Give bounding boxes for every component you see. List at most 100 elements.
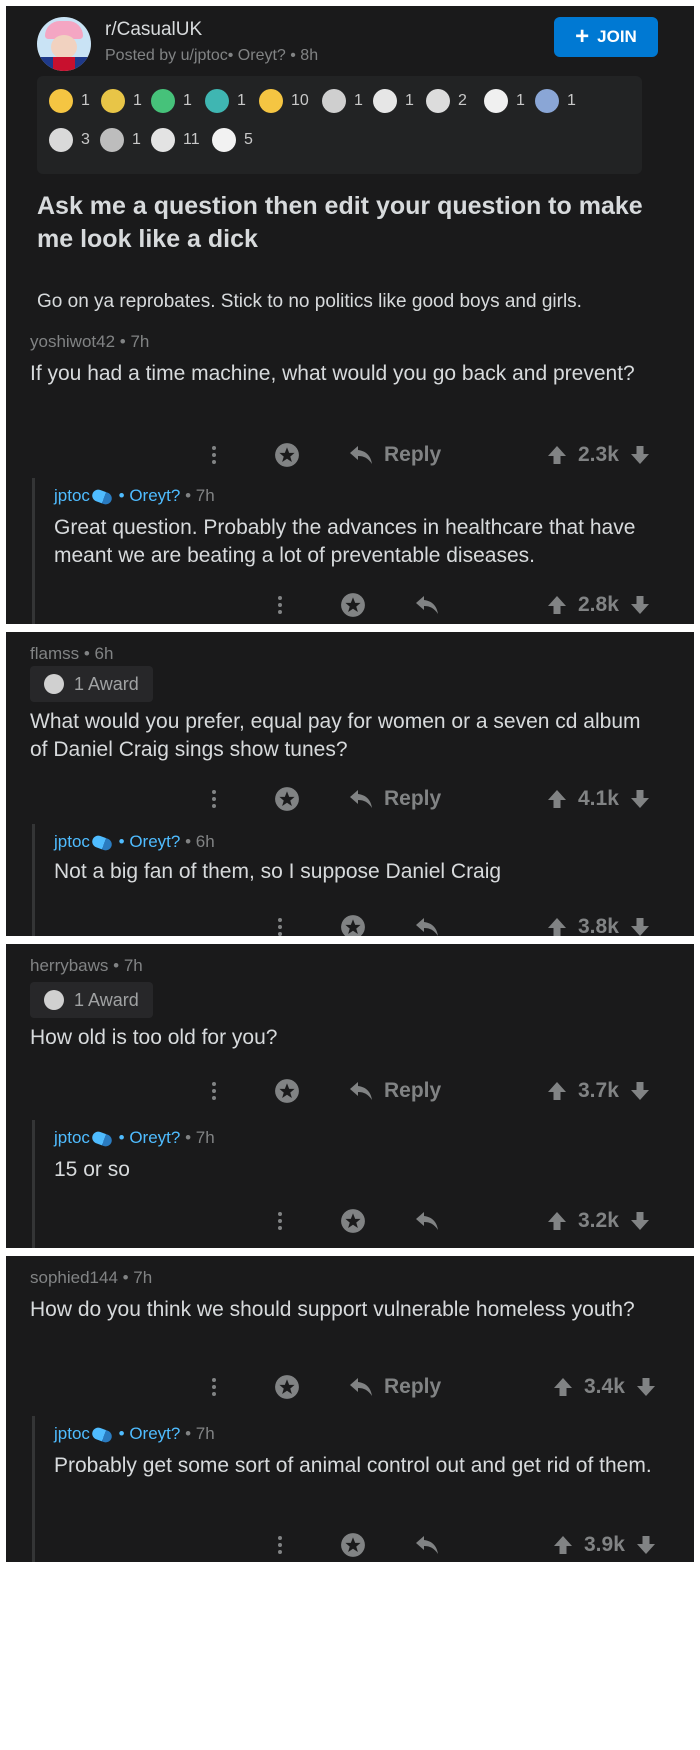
- reply-button[interactable]: [414, 1530, 440, 1560]
- plus-icon: +: [575, 23, 590, 50]
- vote-controls: 3.7k: [546, 1076, 651, 1106]
- award-icon[interactable]: [340, 1206, 366, 1236]
- wrench-flair-icon: [90, 833, 114, 852]
- comment-text: How do you think we should support vulne…: [30, 1298, 635, 1321]
- reply-username[interactable]: jptoc: [54, 1424, 90, 1443]
- award-badge[interactable]: 1 Award: [30, 982, 153, 1018]
- reply-text: Probably get some sort of animal control…: [54, 1454, 652, 1477]
- post-award[interactable]: 1: [49, 89, 90, 113]
- post-card: r/CasualUK Posted by u/jptoc• Oreyt? • 8…: [6, 6, 694, 348]
- reply-text: Great question. Probably the advances in…: [54, 516, 636, 567]
- skull-award-icon: [49, 128, 73, 152]
- award-badge[interactable]: 1 Award: [30, 666, 153, 702]
- comment-author[interactable]: herrybaws • 7h: [30, 956, 143, 976]
- downvote-icon[interactable]: [635, 1534, 657, 1556]
- post-award[interactable]: 1: [101, 89, 142, 113]
- upvote-icon[interactable]: [552, 1534, 574, 1556]
- downvote-icon[interactable]: [629, 916, 651, 936]
- award-icon[interactable]: [340, 590, 366, 620]
- more-options-icon[interactable]: [278, 1206, 284, 1236]
- more-options-icon[interactable]: [212, 1076, 218, 1106]
- award-count: 1: [354, 92, 363, 109]
- award-icon[interactable]: [274, 1372, 300, 1402]
- reply-label: Reply: [384, 1079, 442, 1102]
- award-icon[interactable]: [274, 1076, 300, 1106]
- award-count: 5: [244, 131, 253, 148]
- reply-author[interactable]: jptoc • Oreyt? • 7h: [54, 1128, 215, 1148]
- reply-author[interactable]: jptoc • Oreyt? • 6h: [54, 832, 215, 852]
- post-award[interactable]: 1: [205, 89, 246, 113]
- post-award[interactable]: 11: [151, 128, 200, 152]
- downvote-icon[interactable]: [629, 1210, 651, 1232]
- frog-award-icon: [151, 89, 175, 113]
- avatar-face: [51, 35, 77, 59]
- post-award[interactable]: 1: [535, 89, 576, 113]
- award-count: 11: [183, 131, 200, 148]
- award-icon[interactable]: [274, 784, 300, 814]
- award-icon[interactable]: [274, 440, 300, 470]
- comment-author[interactable]: sophied144 • 7h: [30, 1268, 152, 1288]
- upvote-icon[interactable]: [546, 916, 568, 936]
- join-button[interactable]: + JOIN: [554, 17, 658, 57]
- more-options-icon[interactable]: [212, 1372, 218, 1402]
- post-award[interactable]: 3: [49, 128, 90, 152]
- gold-coin-award-icon: [49, 89, 73, 113]
- reply-button[interactable]: [414, 1206, 440, 1236]
- reply-icon: [414, 1210, 440, 1232]
- comment-author[interactable]: flamss • 6h: [30, 644, 113, 664]
- reply-button[interactable]: Reply: [348, 784, 441, 814]
- subreddit-name[interactable]: r/CasualUK: [105, 19, 202, 41]
- reply-author[interactable]: jptoc • Oreyt? • 7h: [54, 486, 215, 506]
- subreddit-avatar[interactable]: [37, 17, 91, 71]
- more-options-icon[interactable]: [278, 1530, 284, 1560]
- post-award[interactable]: 1: [100, 128, 141, 152]
- post-award[interactable]: 1: [151, 89, 192, 113]
- upvote-icon[interactable]: [546, 788, 568, 810]
- upvote-icon[interactable]: [546, 1080, 568, 1102]
- downvote-icon[interactable]: [629, 1080, 651, 1102]
- upvote-icon[interactable]: [546, 1210, 568, 1232]
- upvote-icon[interactable]: [546, 444, 568, 466]
- reply-button[interactable]: Reply: [348, 440, 441, 470]
- reply-username[interactable]: jptoc: [54, 1128, 90, 1147]
- s-coin-award-icon: [151, 128, 175, 152]
- more-options-icon[interactable]: [278, 912, 284, 936]
- skeleton-hand-award-icon: [322, 89, 346, 113]
- post-award[interactable]: 1: [322, 89, 363, 113]
- user-flair: • Oreyt?: [113, 486, 186, 505]
- reply-time: • 7h: [185, 1128, 215, 1147]
- award-icon[interactable]: [340, 1530, 366, 1560]
- award-badge-label: 1 Award: [74, 673, 139, 694]
- reply-username[interactable]: jptoc: [54, 832, 90, 851]
- reply-text: Not a big fan of them, so I suppose Dani…: [54, 860, 502, 883]
- upvote-icon[interactable]: [546, 594, 568, 616]
- award-icon[interactable]: [340, 912, 366, 936]
- reply-button[interactable]: [414, 912, 440, 936]
- downvote-icon[interactable]: [635, 1376, 657, 1398]
- reply-time: • 6h: [185, 832, 215, 851]
- post-award[interactable]: 1: [373, 89, 414, 113]
- more-options-icon[interactable]: [212, 784, 218, 814]
- upvote-icon[interactable]: [552, 1376, 574, 1398]
- downvote-icon[interactable]: [629, 444, 651, 466]
- reply-username[interactable]: jptoc: [54, 486, 90, 505]
- reply-button[interactable]: Reply: [348, 1372, 441, 1402]
- post-award[interactable]: 2: [426, 89, 467, 113]
- post-award[interactable]: 10: [259, 89, 309, 113]
- award-count: 3: [81, 131, 90, 148]
- reply-button[interactable]: Reply: [348, 1076, 441, 1106]
- reply-author[interactable]: jptoc • Oreyt? • 7h: [54, 1424, 215, 1444]
- comment-card: yoshiwot42 • 7h If you had a time machine…: [6, 320, 694, 624]
- reply-button[interactable]: [414, 590, 440, 620]
- post-title[interactable]: Ask me a question then edit your questio…: [37, 190, 667, 256]
- more-options-icon[interactable]: [212, 440, 218, 470]
- downvote-icon[interactable]: [629, 594, 651, 616]
- post-award[interactable]: 1: [484, 89, 525, 113]
- awards-bar[interactable]: 1 1 1 1 10 1 1 2 1 1 3 1 11 5: [37, 76, 642, 174]
- award-count: 1: [183, 92, 192, 109]
- downvote-icon[interactable]: [629, 788, 651, 810]
- comment-author[interactable]: yoshiwot42 • 7h: [30, 332, 149, 352]
- reply-label: Reply: [384, 443, 442, 466]
- more-options-icon[interactable]: [278, 590, 284, 620]
- post-award[interactable]: 5: [212, 128, 253, 152]
